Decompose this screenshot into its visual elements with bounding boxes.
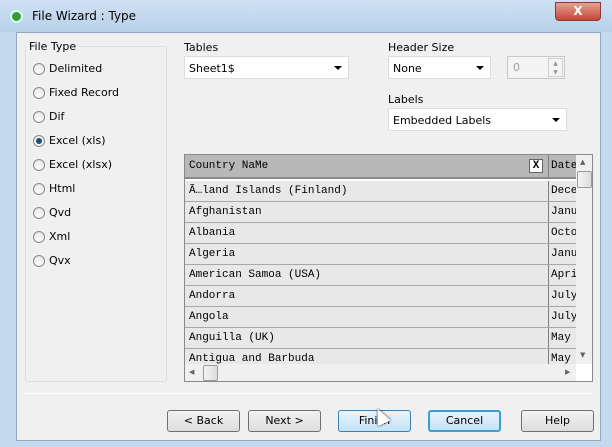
radio-fixed-record[interactable]: Fixed Record [33,86,119,99]
scroll-down-icon[interactable]: ▼ [580,351,585,359]
labels-select[interactable]: Embedded Labels [388,108,567,131]
radio-label: Dif [49,110,65,123]
radio-label: Excel (xls) [49,134,106,147]
cell-country: Angola [189,311,229,323]
table-row[interactable]: Afghanistan Janu [185,202,576,223]
help-button[interactable]: Help [521,410,594,432]
column-header-date[interactable]: Date [548,155,576,177]
cell-date: Janu [548,244,576,264]
cell-date: Janu [548,202,576,222]
cell-country: Andorra [189,290,236,302]
table-row[interactable]: Andorra July [185,286,576,307]
radio-button-icon[interactable] [33,158,45,171]
radio-label: Excel (xlsx) [49,158,113,171]
radio-button-icon[interactable] [33,110,45,123]
title-bar: File Wizard : Type X [0,0,612,32]
cell-country: Ã…land Islands (Finland) [189,185,348,197]
radio-dif[interactable]: Dif [33,110,64,123]
cell-country: American Samoa (USA) [189,269,322,281]
tables-value: Sheet1$ [189,62,235,75]
cancel-button[interactable]: Cancel [428,410,501,432]
header-size-label: Header Size [388,41,455,54]
labels-value: Embedded Labels [393,114,492,127]
cell-date: Apri [548,265,576,285]
divider [25,393,593,394]
radio-label: Fixed Record [49,86,120,99]
cell-country: Anguilla (UK) [189,332,275,344]
spinner-arrows-icon[interactable]: ▲ ▼ [548,58,563,77]
labels-label: Labels [388,93,424,106]
radio-button-icon[interactable] [33,230,45,243]
preview-grid: Country NaMe X Date Ã…land Islands (Finl… [184,154,593,382]
header-size-spinner[interactable]: 0 ▲ ▼ [507,56,565,79]
cell-country: Albania [189,227,236,239]
spinner-value: 0 [513,61,520,74]
chevron-down-icon [476,66,484,70]
scroll-up-icon[interactable]: ▲ [580,158,585,166]
table-row[interactable]: Angola July [185,307,576,328]
radio-delimited[interactable]: Delimited [33,62,102,75]
cell-date: Octo [548,223,576,243]
file-type-label: File Type [27,40,79,53]
close-button[interactable]: X [555,2,601,21]
radio-button-icon[interactable] [33,182,45,195]
table-row[interactable]: American Samoa (USA) Apri [185,265,576,286]
radio-label: Qvd [49,206,72,219]
radio-qvd[interactable]: Qvd [33,206,71,219]
chevron-down-icon [334,66,342,70]
header-size-value: None [393,62,422,75]
radio-button-icon[interactable] [33,134,45,147]
radio-html[interactable]: Html [33,182,75,195]
table-row[interactable]: Albania Octo [185,223,576,244]
cell-date: July [548,307,576,327]
close-column-icon[interactable]: X [529,159,543,173]
table-row[interactable]: Anguilla (UK) May [185,328,576,349]
radio-label: Html [49,182,76,195]
cell-country: Afghanistan [189,206,262,218]
vertical-scroll-thumb[interactable] [577,171,592,188]
radio-excel-xls[interactable]: Excel (xls) [33,134,106,147]
cell-date: July [548,286,576,306]
horizontal-scrollbar[interactable]: ◀ ▶ [185,364,576,381]
column-header-country[interactable]: Country NaMe [189,155,544,178]
tables-label: Tables [184,41,219,54]
radio-qvx[interactable]: Qvx [33,254,71,267]
radio-button-icon[interactable] [33,86,45,99]
cell-country: Algeria [189,248,236,260]
radio-label: Qvx [49,254,71,267]
app-icon [10,10,23,23]
next-button[interactable]: Next > [248,410,321,432]
cell-date: May [548,328,576,348]
window-title: File Wizard : Type [32,9,137,23]
table-row[interactable]: Algeria Janu [185,244,576,265]
radio-excel-xlsx[interactable]: Excel (xlsx) [33,158,112,171]
radio-button-icon[interactable] [33,254,45,267]
scroll-left-icon[interactable]: ◀ [189,368,194,376]
radio-button-icon[interactable] [33,62,45,75]
tables-select[interactable]: Sheet1$ [184,56,349,79]
table-row[interactable]: Ã…land Islands (Finland) Dece [185,181,576,202]
scroll-right-icon[interactable]: ▶ [565,368,570,376]
vertical-scrollbar[interactable]: ▲ ▼ [576,155,592,364]
cell-date: Dece [548,181,576,201]
grid-header: Country NaMe X Date [185,155,576,179]
back-button[interactable]: < Back [167,410,240,432]
radio-label: Xml [49,230,71,243]
horizontal-scroll-thumb[interactable] [203,365,218,381]
wizard-body: File Type Delimited Fixed Record Dif Excel … [16,32,601,441]
radio-button-icon[interactable] [33,206,45,219]
chevron-down-icon [552,118,560,122]
radio-xml[interactable]: Xml [33,230,70,243]
header-size-select[interactable]: None [388,56,491,79]
radio-label: Delimited [49,62,103,75]
